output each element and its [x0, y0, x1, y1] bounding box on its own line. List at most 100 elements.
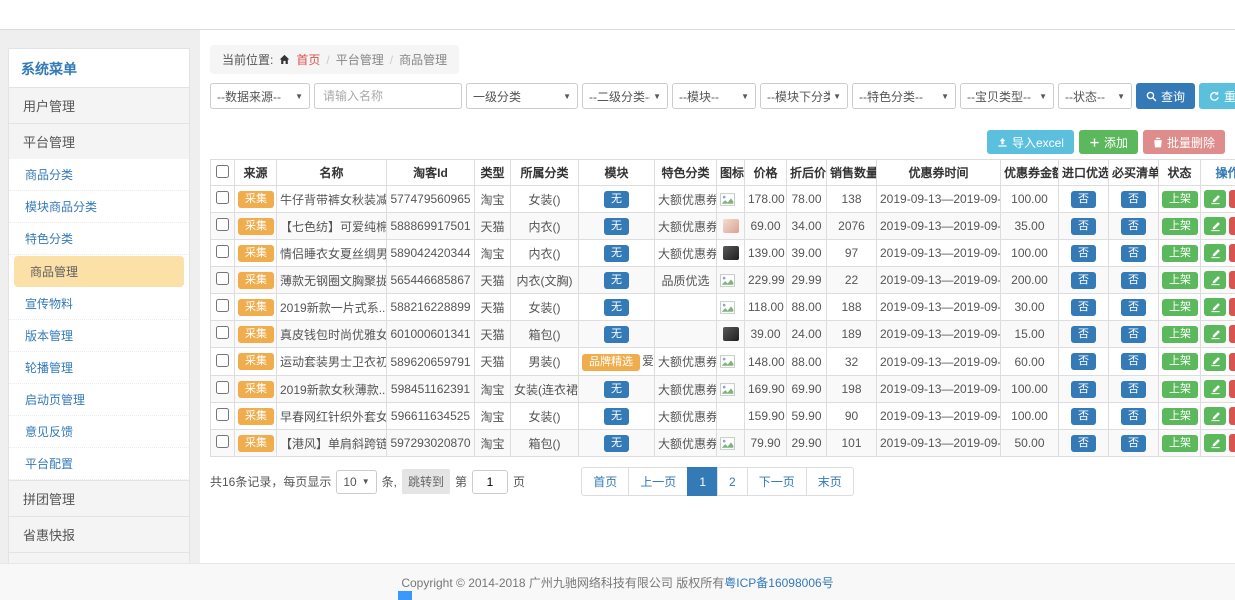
sidebar-item-4[interactable]: 特色分类	[9, 223, 189, 255]
sidebar-group-0[interactable]: 用户管理	[9, 87, 189, 123]
must-buy-toggle-badge[interactable]: 否	[1121, 299, 1146, 316]
must-buy-toggle-badge[interactable]: 否	[1121, 326, 1146, 343]
sidebar-item-5[interactable]: 商品管理	[14, 256, 184, 287]
status-badge[interactable]: 上架	[1162, 272, 1198, 289]
sidebar-item-6[interactable]: 宣传物料	[9, 288, 189, 320]
must-buy-toggle-badge[interactable]: 否	[1121, 245, 1146, 262]
delete-row-button[interactable]	[1229, 325, 1235, 343]
delete-row-button[interactable]	[1229, 434, 1235, 452]
row-checkbox[interactable]	[216, 435, 229, 448]
jump-page-input[interactable]	[472, 470, 508, 494]
delete-row-button[interactable]	[1229, 298, 1235, 316]
row-checkbox[interactable]	[216, 299, 229, 312]
module-badge[interactable]: 无	[604, 435, 629, 452]
imported-toggle-badge[interactable]: 否	[1071, 408, 1096, 425]
sidebar-group-1[interactable]: 平台管理	[9, 123, 189, 159]
sidebar-item-10[interactable]: 意见反馈	[9, 416, 189, 448]
imported-toggle-badge[interactable]: 否	[1071, 299, 1096, 316]
row-checkbox[interactable]	[216, 354, 229, 367]
module-badge[interactable]: 无	[604, 408, 629, 425]
delete-row-button[interactable]	[1229, 380, 1235, 398]
imported-toggle-badge[interactable]: 否	[1071, 326, 1096, 343]
page-button-2[interactable]: 2	[717, 467, 748, 496]
must-buy-toggle-badge[interactable]: 否	[1121, 353, 1146, 370]
sidebar-group-12[interactable]: 拼团管理	[9, 480, 189, 516]
edit-row-button[interactable]	[1204, 271, 1226, 289]
page-button-末页[interactable]: 末页	[806, 467, 854, 496]
module-sub-category-select[interactable]: --模块下分类--▼	[760, 83, 848, 109]
row-checkbox[interactable]	[216, 191, 229, 204]
sidebar-item-2[interactable]: 商品分类	[9, 159, 189, 191]
imported-toggle-badge[interactable]: 否	[1071, 353, 1096, 370]
edit-row-button[interactable]	[1204, 353, 1226, 371]
delete-row-button[interactable]	[1229, 271, 1235, 289]
module-badge[interactable]: 无	[604, 381, 629, 398]
module-badge[interactable]: 无	[604, 191, 629, 208]
imported-toggle-badge[interactable]: 否	[1071, 191, 1096, 208]
row-checkbox[interactable]	[216, 408, 229, 421]
status-badge[interactable]: 上架	[1162, 299, 1198, 316]
row-checkbox[interactable]	[216, 218, 229, 231]
module-badge[interactable]: 无	[604, 218, 629, 235]
imported-toggle-badge[interactable]: 否	[1071, 435, 1096, 452]
sidebar-item-8[interactable]: 轮播管理	[9, 352, 189, 384]
must-buy-toggle-badge[interactable]: 否	[1121, 218, 1146, 235]
page-button-1[interactable]: 1	[687, 467, 718, 496]
feature-category-select[interactable]: --特色分类--▼	[852, 83, 956, 109]
must-buy-toggle-badge[interactable]: 否	[1121, 272, 1146, 289]
select-all-checkbox[interactable]	[216, 165, 229, 178]
edit-row-button[interactable]	[1204, 244, 1226, 262]
sidebar-item-7[interactable]: 版本管理	[9, 320, 189, 352]
edit-row-button[interactable]	[1204, 434, 1226, 452]
must-buy-toggle-badge[interactable]: 否	[1121, 408, 1146, 425]
page-size-select[interactable]: 10 ▼	[336, 470, 376, 494]
module-badge[interactable]: 无	[604, 326, 629, 343]
module-badge[interactable]: 无	[604, 245, 629, 262]
page-button-下一页[interactable]: 下一页	[747, 467, 807, 496]
module-badge[interactable]: 品牌精选	[582, 354, 640, 371]
edit-row-button[interactable]	[1204, 190, 1226, 208]
status-badge[interactable]: 上架	[1162, 245, 1198, 262]
jump-to-button[interactable]: 跳转到	[402, 469, 450, 494]
imported-toggle-badge[interactable]: 否	[1071, 218, 1096, 235]
batch-delete-button[interactable]: 批量删除	[1143, 130, 1225, 154]
status-badge[interactable]: 上架	[1162, 435, 1198, 452]
status-select[interactable]: --状态--▼	[1058, 83, 1132, 109]
edit-row-button[interactable]	[1204, 325, 1226, 343]
edit-row-button[interactable]	[1204, 407, 1226, 425]
sidebar-item-11[interactable]: 平台配置	[9, 448, 189, 480]
imported-toggle-badge[interactable]: 否	[1071, 272, 1096, 289]
row-checkbox[interactable]	[216, 326, 229, 339]
sidebar-group-13[interactable]: 省惠快报	[9, 516, 189, 552]
search-button[interactable]: 查询	[1136, 83, 1195, 109]
module-badge[interactable]: 无	[604, 299, 629, 316]
imported-toggle-badge[interactable]: 否	[1071, 381, 1096, 398]
row-checkbox[interactable]	[216, 272, 229, 285]
status-badge[interactable]: 上架	[1162, 218, 1198, 235]
level2-category-select[interactable]: --二级分类--▼	[582, 83, 668, 109]
delete-row-button[interactable]	[1229, 407, 1235, 425]
icp-link[interactable]: 粤ICP备16098006号	[724, 574, 833, 591]
sidebar-item-3[interactable]: 模块商品分类	[9, 191, 189, 223]
module-badge[interactable]: 无	[604, 272, 629, 289]
item-type-select[interactable]: --宝贝类型--▼	[960, 83, 1054, 109]
page-button-首页[interactable]: 首页	[581, 467, 629, 496]
delete-row-button[interactable]	[1229, 353, 1235, 371]
import-excel-button[interactable]: 导入excel	[987, 130, 1074, 154]
add-button[interactable]: 添加	[1079, 130, 1138, 154]
status-badge[interactable]: 上架	[1162, 191, 1198, 208]
level1-category-select[interactable]: 一级分类▼	[466, 83, 578, 109]
status-badge[interactable]: 上架	[1162, 381, 1198, 398]
name-input[interactable]	[314, 83, 462, 109]
delete-row-button[interactable]	[1229, 217, 1235, 235]
reset-button[interactable]: 重置	[1199, 83, 1235, 109]
imported-toggle-badge[interactable]: 否	[1071, 245, 1096, 262]
breadcrumb-home-link[interactable]: 首页	[296, 51, 320, 68]
edit-row-button[interactable]	[1204, 217, 1226, 235]
must-buy-toggle-badge[interactable]: 否	[1121, 191, 1146, 208]
status-badge[interactable]: 上架	[1162, 408, 1198, 425]
must-buy-toggle-badge[interactable]: 否	[1121, 381, 1146, 398]
must-buy-toggle-badge[interactable]: 否	[1121, 435, 1146, 452]
delete-row-button[interactable]	[1229, 190, 1235, 208]
status-badge[interactable]: 上架	[1162, 353, 1198, 370]
